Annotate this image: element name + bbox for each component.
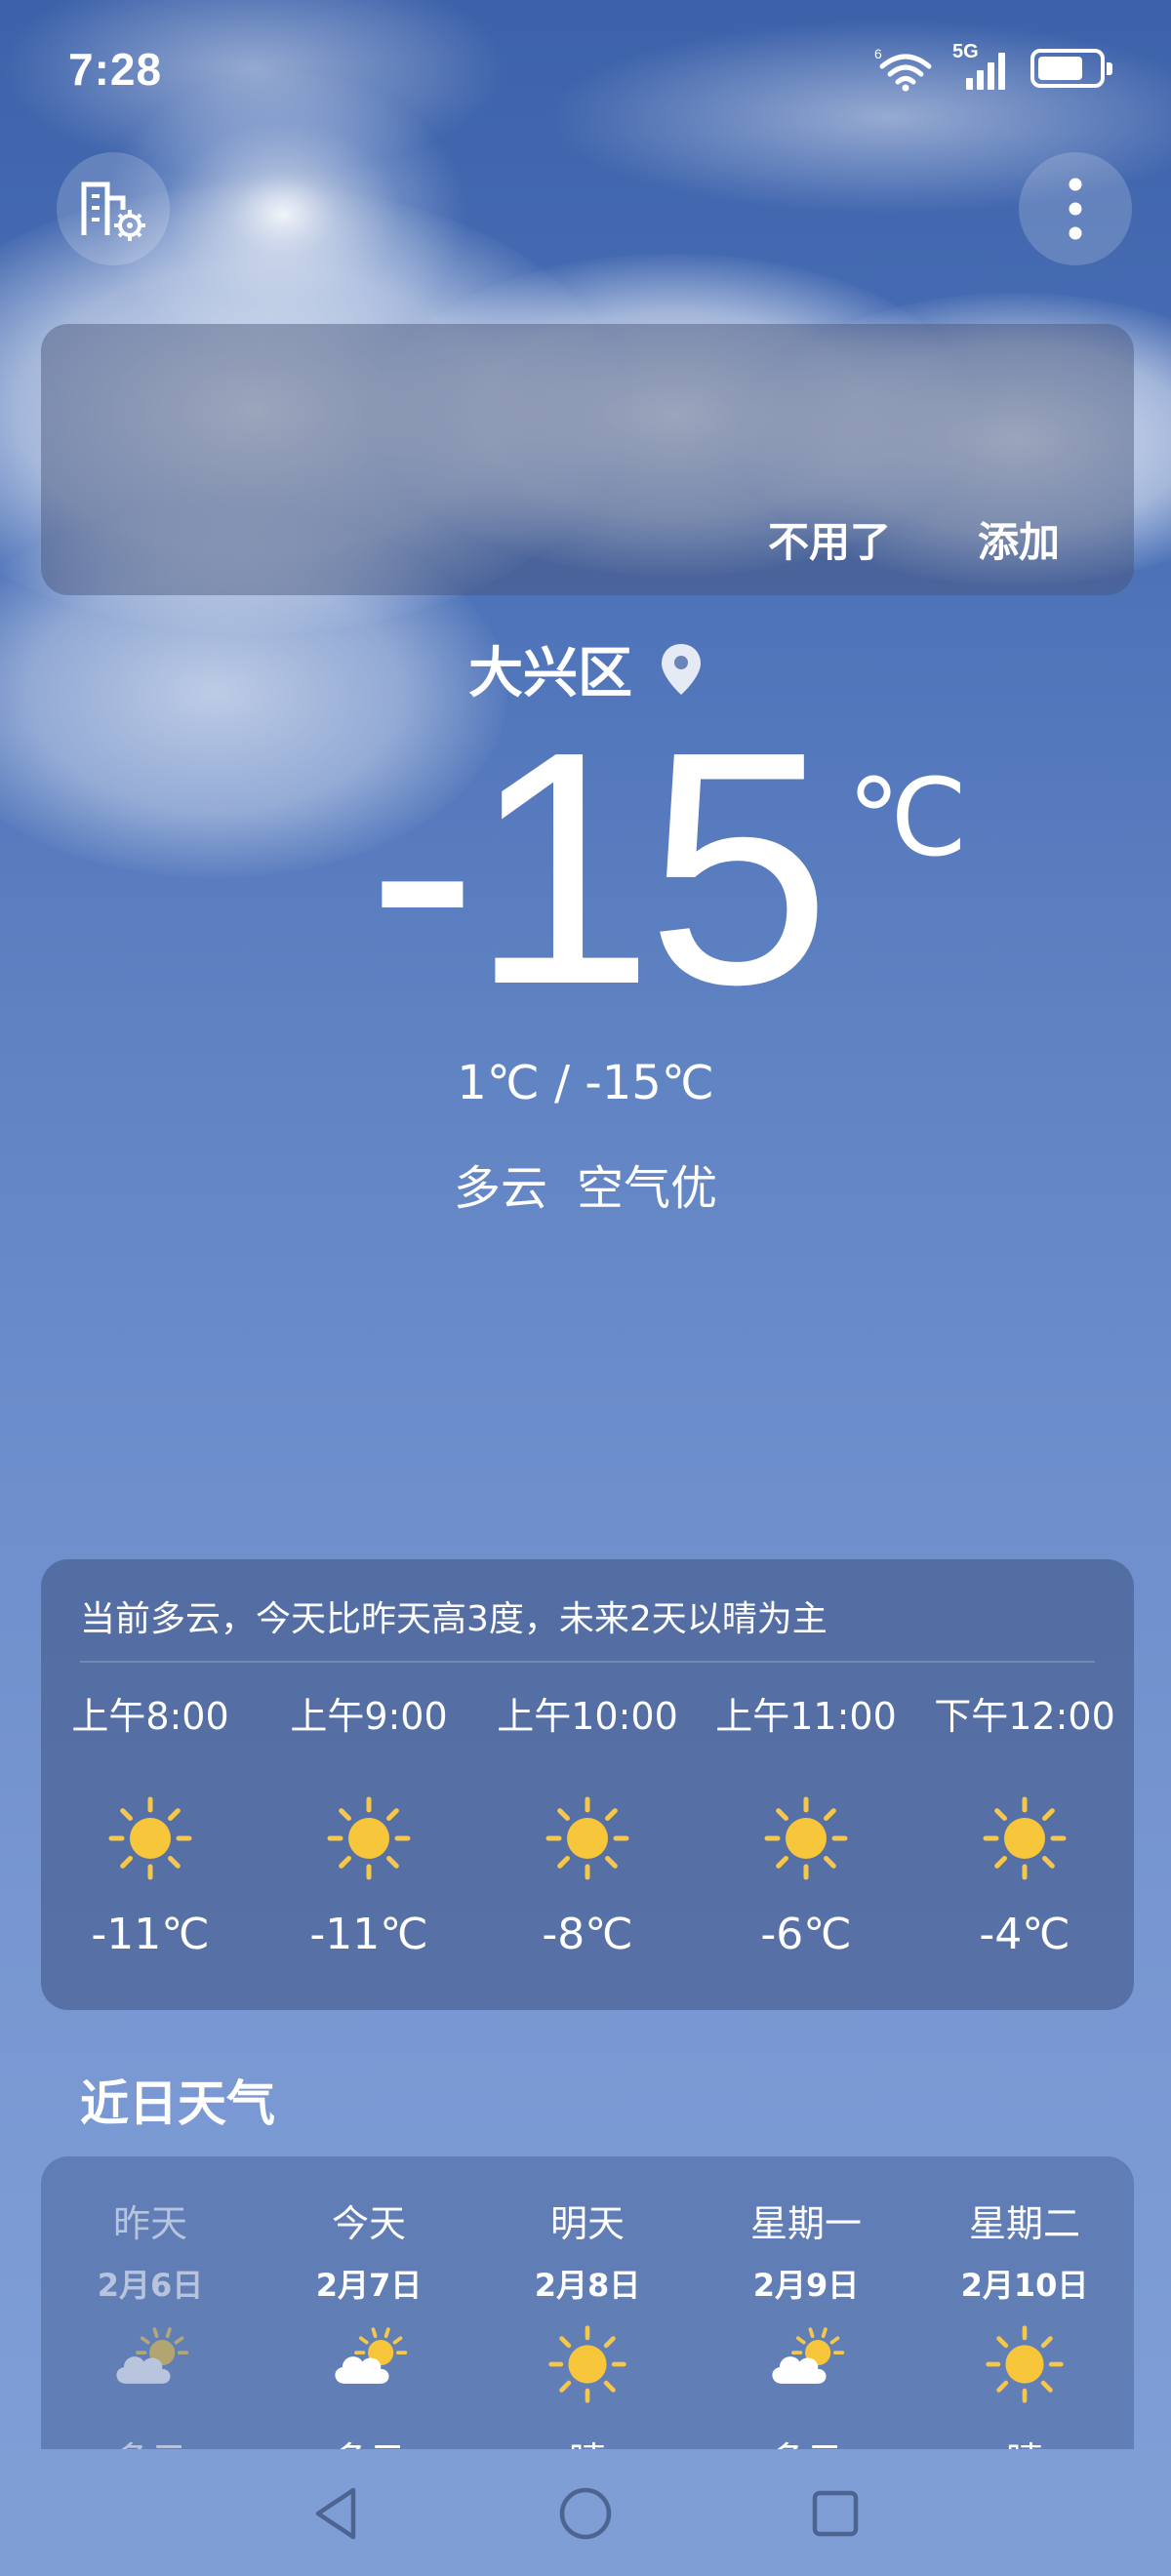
sun-icon bbox=[108, 1796, 192, 1880]
back-triangle-icon bbox=[315, 2487, 356, 2540]
sun-icon bbox=[983, 1796, 1067, 1880]
status-bar: 7:28 6 5G bbox=[0, 0, 1171, 137]
day-condition: 晴 bbox=[915, 2431, 1134, 2449]
home-button[interactable] bbox=[548, 2476, 623, 2551]
current-condition-row: 多云 空气优 bbox=[0, 1149, 1171, 1218]
hour-temp: -11℃ bbox=[309, 1910, 428, 1959]
hourly-item: 上午11:00 -6℃ bbox=[697, 1686, 915, 1959]
daily-forecast-card[interactable]: 昨天 2月6日 多云今天 2月7日 多云明天 2月8日 晴星期一 2月9日 多云… bbox=[41, 2156, 1134, 2449]
hourly-item: 上午8:00 -11℃ bbox=[41, 1686, 260, 1959]
add-city-suggestion-card: 不用了 添加 bbox=[41, 324, 1134, 595]
recent-weather-title: 近日天气 bbox=[80, 2075, 275, 2132]
day-name: 明天 bbox=[549, 2202, 625, 2245]
daily-item: 星期二 2月10日 晴 bbox=[915, 2194, 1134, 2449]
day-name: 星期二 bbox=[968, 2202, 1080, 2245]
add-button[interactable]: 添加 bbox=[978, 509, 1060, 569]
day-date: 2月6日 bbox=[97, 2267, 204, 2304]
status-time: 7:28 bbox=[68, 44, 163, 95]
hour-time: 上午11:00 bbox=[715, 1695, 897, 1738]
back-button[interactable] bbox=[299, 2476, 373, 2551]
hour-temp: -11℃ bbox=[91, 1910, 210, 1959]
wifi-badge: 6 bbox=[874, 46, 882, 61]
day-date: 2月9日 bbox=[752, 2267, 860, 2304]
current-temperature: -15 ℃ bbox=[0, 703, 1171, 1044]
daily-item: 明天 2月8日 晴 bbox=[478, 2194, 697, 2449]
day-name: 昨天 bbox=[112, 2202, 187, 2245]
partly-cloudy-icon bbox=[772, 2327, 845, 2384]
hourly-item: 下午12:00 -4℃ bbox=[915, 1686, 1134, 1959]
day-date: 2月7日 bbox=[315, 2267, 423, 2304]
navigation-bar bbox=[0, 2449, 1171, 2576]
city-settings-icon bbox=[81, 181, 145, 241]
divider bbox=[80, 1661, 1095, 1663]
partly-cloudy-icon bbox=[335, 2327, 408, 2384]
hourly-forecast-card[interactable]: 当前多云，今天比昨天高3度，未来2天以晴为主 上午8:00 -11℃ 上午9:00… bbox=[41, 1559, 1134, 2010]
recent-apps-button[interactable] bbox=[798, 2476, 872, 2551]
sun-icon bbox=[764, 1796, 848, 1880]
day-name: 星期一 bbox=[749, 2202, 862, 2245]
home-circle-icon bbox=[559, 2487, 612, 2540]
hour-temp: -6℃ bbox=[760, 1910, 852, 1959]
weather-condition: 多云 bbox=[453, 1161, 547, 1216]
daily-item: 星期一 2月9日 多云 bbox=[697, 2194, 915, 2449]
day-date: 2月10日 bbox=[960, 2267, 1089, 2304]
day-condition: 多云 bbox=[41, 2431, 260, 2449]
sun-icon bbox=[327, 1796, 411, 1880]
dismiss-button[interactable]: 不用了 bbox=[768, 509, 891, 569]
day-date: 2月8日 bbox=[534, 2267, 641, 2304]
air-quality: 空气优 bbox=[577, 1161, 718, 1216]
partly-cloudy-icon bbox=[116, 2327, 189, 2384]
cellular-signal-icon: 5G bbox=[952, 41, 1013, 92]
temperature-value: -15 bbox=[367, 683, 830, 1054]
temperature-range: 1℃ / -15℃ bbox=[457, 1056, 714, 1110]
hourly-item: 上午10:00 -8℃ bbox=[478, 1686, 697, 1959]
sun-icon bbox=[545, 1796, 629, 1880]
status-icons: 6 5G bbox=[872, 41, 1112, 92]
sun-icon bbox=[986, 2325, 1064, 2403]
more-vertical-icon bbox=[1069, 178, 1082, 240]
sun-icon bbox=[548, 2325, 626, 2403]
daily-item: 今天 2月7日 多云 bbox=[260, 2194, 478, 2449]
forecast-summary: 当前多云，今天比昨天高3度，未来2天以晴为主 bbox=[80, 1599, 828, 1639]
temperature-unit: ℃ bbox=[847, 758, 968, 878]
city-management-button[interactable] bbox=[57, 152, 170, 265]
hour-time: 下午12:00 bbox=[934, 1695, 1115, 1738]
day-condition: 多云 bbox=[260, 2431, 478, 2449]
hour-time: 上午8:00 bbox=[71, 1695, 229, 1738]
recent-square-icon bbox=[812, 2490, 859, 2537]
hour-time: 上午10:00 bbox=[497, 1695, 678, 1738]
hour-time: 上午9:00 bbox=[290, 1695, 448, 1738]
day-name: 今天 bbox=[331, 2202, 406, 2245]
battery-icon bbox=[1030, 49, 1112, 88]
wifi-icon: 6 bbox=[874, 46, 932, 92]
daily-item: 昨天 2月6日 多云 bbox=[41, 2194, 260, 2449]
more-options-button[interactable] bbox=[1019, 152, 1132, 265]
hour-temp: -8℃ bbox=[542, 1910, 633, 1959]
day-condition: 晴 bbox=[478, 2431, 697, 2449]
hour-temp: -4℃ bbox=[979, 1910, 1070, 1959]
day-condition: 多云 bbox=[697, 2431, 915, 2449]
hourly-item: 上午9:00 -11℃ bbox=[260, 1686, 478, 1959]
battery-level bbox=[1038, 57, 1082, 80]
